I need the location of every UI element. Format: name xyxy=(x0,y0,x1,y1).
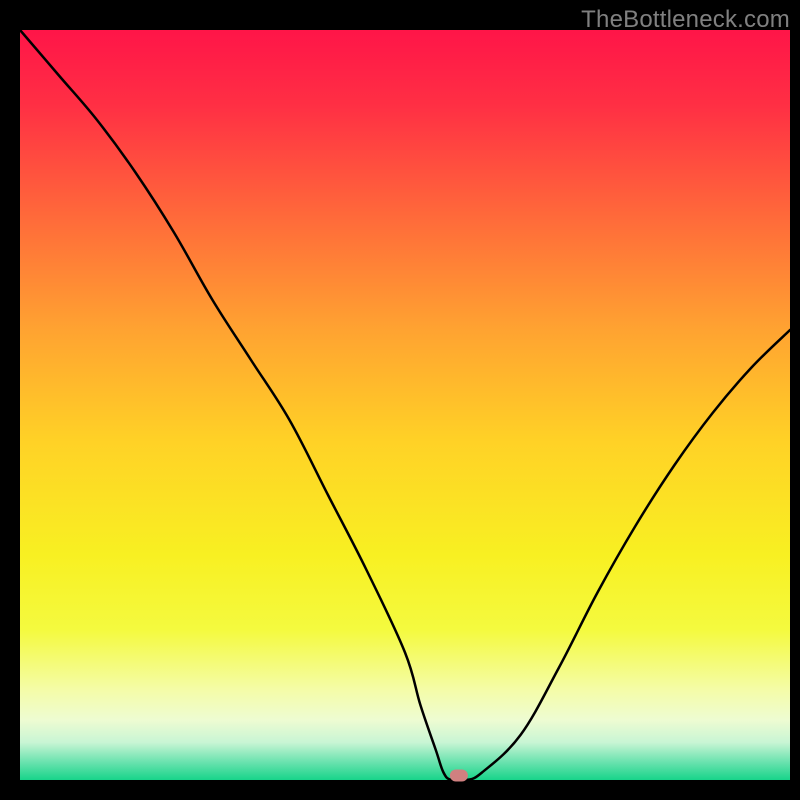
minimum-marker xyxy=(450,770,468,782)
plot-area xyxy=(20,30,790,780)
watermark-label: TheBottleneck.com xyxy=(581,6,790,34)
chart-container: TheBottleneck.com xyxy=(0,0,800,800)
chart-svg xyxy=(0,0,800,800)
